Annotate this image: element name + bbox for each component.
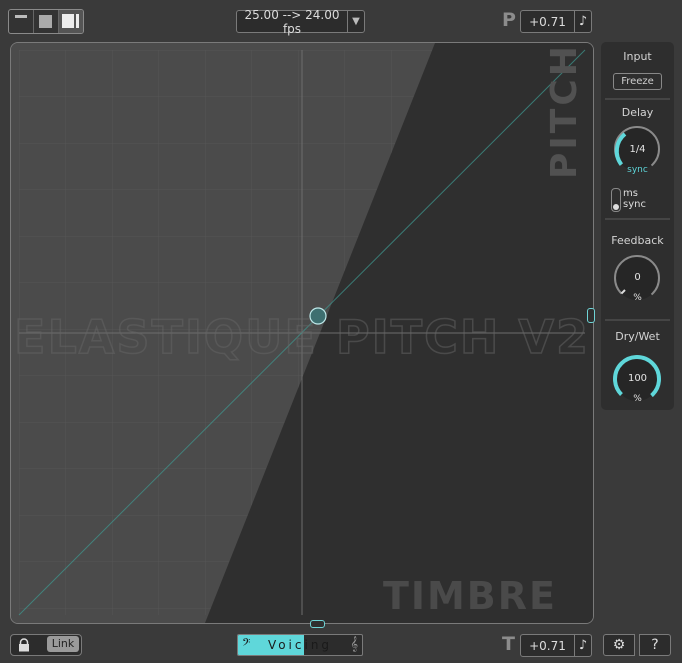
timbre-edge-handle[interactable] <box>310 620 325 628</box>
help-icon: ? <box>651 637 659 653</box>
help-button[interactable]: ? <box>639 634 671 656</box>
timbre-value-field[interactable]: +0.71 ♪ <box>520 634 592 657</box>
delay-label: Delay <box>621 106 654 119</box>
link-button[interactable]: Link <box>47 636 79 652</box>
drywet-unit: % <box>633 394 642 404</box>
pitch-axis-label: PITCH <box>544 43 585 179</box>
compact-view-button[interactable] <box>34 10 59 33</box>
timbre-axis-label: TIMBRE <box>383 574 557 618</box>
ms-sync-toggle[interactable] <box>611 188 621 212</box>
bass-clef-icon: 𝄢 <box>242 637 251 652</box>
gear-icon: ⚙ <box>612 637 626 653</box>
timbre-note-icon[interactable]: ♪ <box>574 635 591 656</box>
fps-conversion-select[interactable]: 25.00 --> 24.00 fps ▼ <box>236 7 365 36</box>
dropdown-arrow-icon[interactable]: ▼ <box>347 11 364 32</box>
divider <box>605 218 670 220</box>
sync-label: sync <box>623 199 646 210</box>
settings-button[interactable]: ⚙ <box>603 634 635 656</box>
lock-icon[interactable] <box>17 638 31 652</box>
timbre-value[interactable]: +0.71 <box>521 639 574 653</box>
delay-value: 1/4 <box>629 144 646 155</box>
feedback-unit: % <box>633 293 642 303</box>
pitch-note-icon[interactable]: ♪ <box>574 11 591 32</box>
voicing-label: Voicing <box>267 638 333 652</box>
feedback-label: Feedback <box>611 234 664 247</box>
voicing-slider[interactable]: Voicing 𝄢 𝄞 <box>237 634 363 656</box>
link-group: Link <box>10 634 82 656</box>
pad-graphic: ELASTIQUE PITCH V2 PITCH TIMBRE <box>11 43 593 623</box>
full-view-button[interactable] <box>59 10 83 33</box>
drywet-label: Dry/Wet <box>615 330 660 343</box>
input-label: Input <box>623 50 652 63</box>
treble-clef-icon: 𝄞 <box>350 637 358 652</box>
pitch-value[interactable]: +0.71 <box>521 15 574 29</box>
pitch-value-field[interactable]: +0.71 ♪ <box>520 10 592 33</box>
watermark: ELASTIQUE PITCH V2 <box>14 310 590 364</box>
fps-text: 25.00 --> 24.00 fps <box>244 7 340 36</box>
minimal-view-button[interactable] <box>9 10 34 33</box>
feedback-value: 0 <box>634 272 641 283</box>
pitch-letter: P <box>502 9 516 31</box>
freeze-button[interactable]: Freeze <box>613 73 662 90</box>
divider <box>605 98 670 100</box>
timbre-letter: T <box>502 633 515 655</box>
pitch-timbre-pad[interactable]: ELASTIQUE PITCH V2 PITCH TIMBRE <box>10 42 594 624</box>
ms-label: ms <box>623 188 638 199</box>
view-size-buttons <box>8 9 84 34</box>
delay-unit: sync <box>627 165 648 175</box>
effects-panel: Input Freeze Delay 1/4 sync ms sync Feed… <box>601 42 674 410</box>
drywet-value: 100 <box>627 373 648 384</box>
divider <box>605 319 670 321</box>
pitch-timbre-handle[interactable] <box>309 307 327 325</box>
pitch-edge-handle[interactable] <box>587 308 595 323</box>
